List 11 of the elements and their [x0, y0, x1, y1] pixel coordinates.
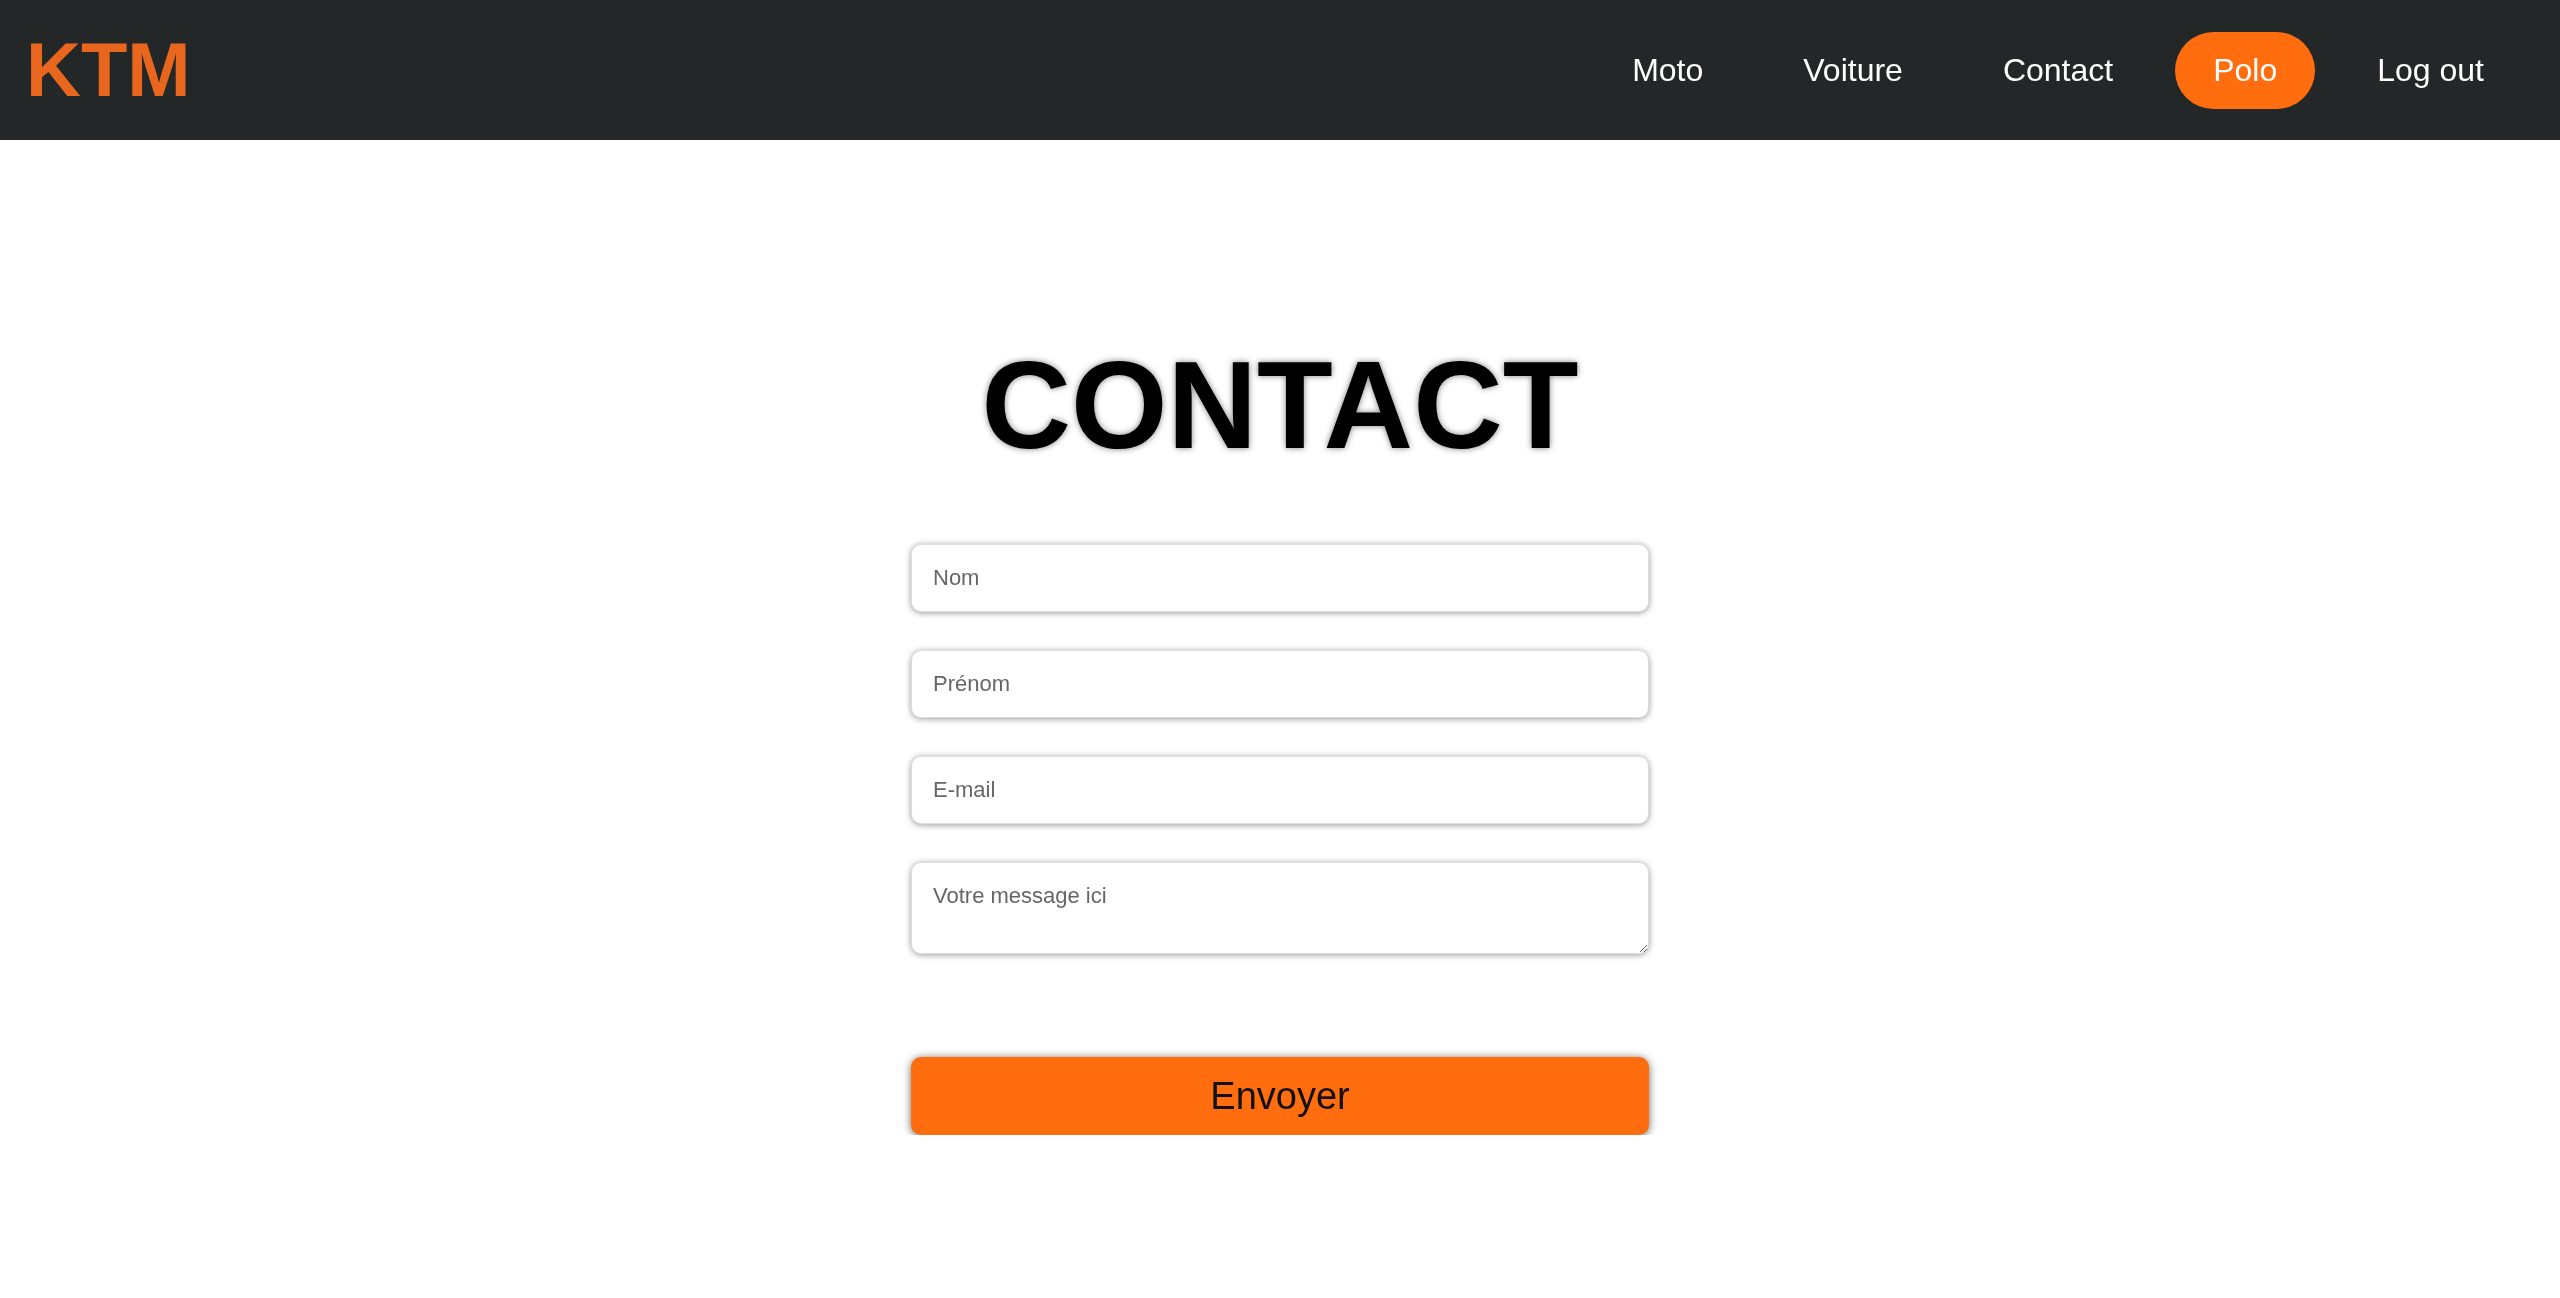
message-field[interactable]: Votre message ici [911, 862, 1649, 954]
nav-link[interactable]: Moto [1594, 31, 1742, 109]
input-field[interactable]: Nom [911, 544, 1649, 612]
input-field[interactable]: Prénom [911, 650, 1649, 718]
input-field[interactable]: E-mail [911, 756, 1649, 824]
logo[interactable]: KTM [26, 28, 191, 112]
submit-button[interactable]: Envoyer [911, 1057, 1649, 1135]
nav-link[interactable]: Voiture [1765, 31, 1941, 109]
nav-link[interactable]: Log out [2339, 31, 2522, 109]
page-title: CONTACT [981, 338, 1579, 472]
nav-link[interactable]: Contact [1964, 31, 2152, 109]
